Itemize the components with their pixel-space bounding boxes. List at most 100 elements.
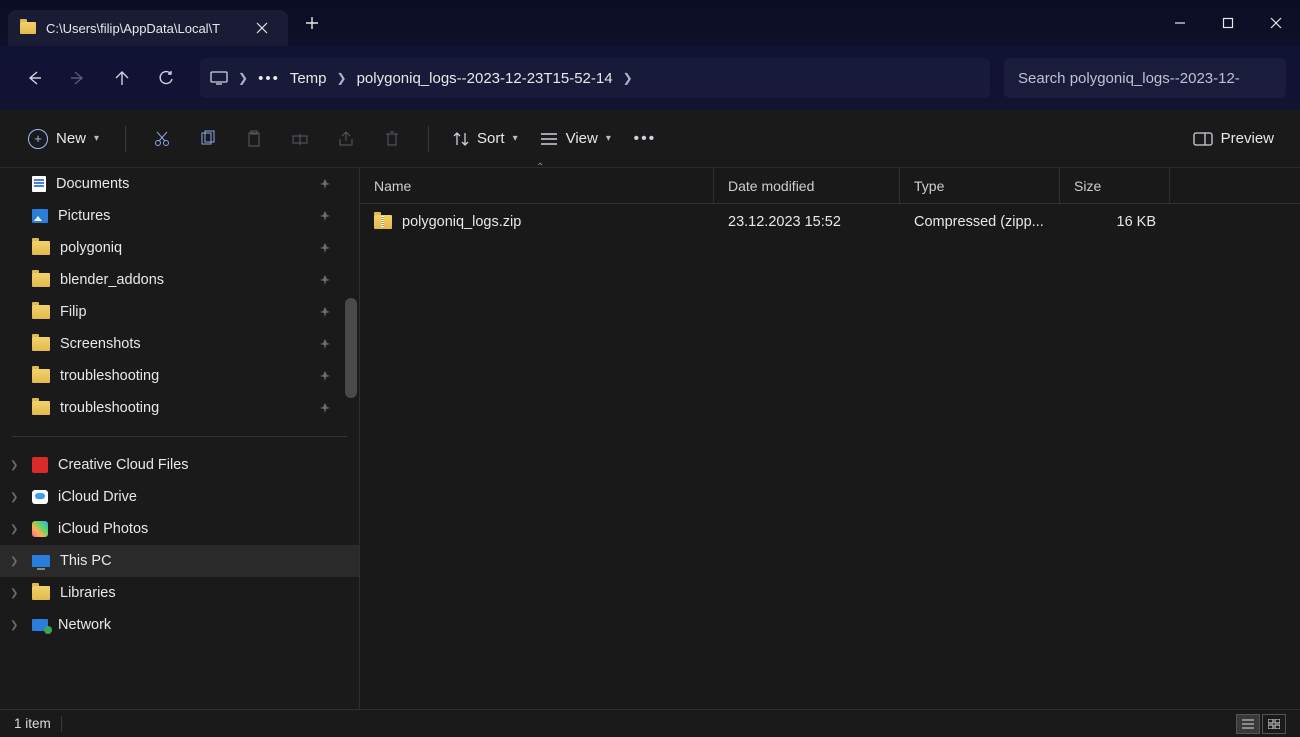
arrow-right-icon xyxy=(69,69,87,87)
sidebar-item-troubleshooting[interactable]: troubleshooting xyxy=(0,392,359,424)
sidebar-item-creative-cloud-files[interactable]: ❯ Creative Cloud Files xyxy=(0,449,359,481)
command-toolbar: + New ▾ Sort ▾ View ▾ ••• Preview xyxy=(0,110,1300,168)
pin-icon[interactable] xyxy=(319,274,331,286)
up-button[interactable] xyxy=(102,58,142,98)
sidebar-item-label: Creative Cloud Files xyxy=(58,457,189,473)
sidebar-item-documents[interactable]: Documents xyxy=(0,168,359,200)
sidebar-item-screenshots[interactable]: Screenshots xyxy=(0,328,359,360)
paste-button[interactable] xyxy=(234,119,274,159)
refresh-button[interactable] xyxy=(146,58,186,98)
new-button[interactable]: + New ▾ xyxy=(18,123,109,155)
chevron-right-icon[interactable]: ❯ xyxy=(10,460,18,471)
list-icon xyxy=(1242,719,1254,729)
sidebar-item-label: polygoniq xyxy=(60,240,122,256)
sidebar-divider xyxy=(12,436,347,437)
file-name: polygoniq_logs.zip xyxy=(402,214,521,230)
view-icon xyxy=(540,132,558,146)
sidebar-item-blender_addons[interactable]: blender_addons xyxy=(0,264,359,296)
chevron-up-icon[interactable]: ⌃ xyxy=(536,162,544,173)
thumbnails-view-button[interactable] xyxy=(1262,714,1286,734)
sidebar-scrollbar[interactable] xyxy=(345,298,357,398)
sidebar-item-label: Filip xyxy=(60,304,87,320)
address-bar[interactable]: ❯ ••• Temp ❯ polygoniq_logs--2023-12-23T… xyxy=(200,58,990,98)
pin-icon[interactable] xyxy=(319,178,331,190)
forward-button[interactable] xyxy=(58,58,98,98)
chevron-right-icon[interactable]: ❯ xyxy=(238,71,248,85)
tab-title: C:\Users\filip\AppData\Local\T xyxy=(46,21,238,36)
chevron-right-icon[interactable]: ❯ xyxy=(10,588,18,599)
column-type[interactable]: Type xyxy=(900,168,1060,203)
new-tab-button[interactable] xyxy=(296,7,328,39)
doc-icon xyxy=(32,176,46,192)
share-button[interactable] xyxy=(326,119,366,159)
cut-button[interactable] xyxy=(142,119,182,159)
status-bar: 1 item xyxy=(0,709,1300,737)
tab-close-button[interactable] xyxy=(248,14,276,42)
view-mode-switcher xyxy=(1236,714,1286,734)
breadcrumb-segment[interactable]: Temp xyxy=(290,70,327,87)
back-button[interactable] xyxy=(14,58,54,98)
sidebar-item-polygoniq[interactable]: polygoniq xyxy=(0,232,359,264)
chevron-right-icon[interactable]: ❯ xyxy=(10,556,18,567)
preview-button[interactable]: Preview xyxy=(1185,124,1282,153)
window-tab[interactable]: C:\Users\filip\AppData\Local\T xyxy=(8,10,288,46)
sidebar-item-label: troubleshooting xyxy=(60,368,159,384)
folder-icon xyxy=(32,241,50,255)
pin-icon[interactable] xyxy=(319,210,331,222)
preview-label: Preview xyxy=(1221,130,1274,147)
column-size[interactable]: Size xyxy=(1060,168,1170,203)
sidebar-item-icloud-drive[interactable]: ❯iCloud Drive xyxy=(0,481,359,513)
rename-button[interactable] xyxy=(280,119,320,159)
view-label: View xyxy=(566,130,598,147)
column-date[interactable]: Date modified xyxy=(714,168,900,203)
chevron-right-icon[interactable]: ❯ xyxy=(10,492,18,503)
column-name[interactable]: Name xyxy=(360,168,714,203)
delete-button[interactable] xyxy=(372,119,412,159)
chevron-right-icon[interactable]: ❯ xyxy=(10,524,18,535)
sort-label: Sort xyxy=(477,130,505,147)
file-row[interactable]: polygoniq_logs.zip 23.12.2023 15:52 Comp… xyxy=(360,204,1300,240)
chevron-down-icon: ▾ xyxy=(94,133,99,144)
chevron-right-icon[interactable]: ❯ xyxy=(10,620,18,631)
sidebar-item-label: Pictures xyxy=(58,208,110,224)
sidebar-item-troubleshooting[interactable]: troubleshooting xyxy=(0,360,359,392)
sidebar-item-this-pc[interactable]: ❯ This PC xyxy=(0,545,359,577)
sidebar-item-label: This PC xyxy=(60,553,112,569)
maximize-button[interactable] xyxy=(1204,0,1252,46)
sort-button[interactable]: Sort ▾ xyxy=(445,124,526,153)
file-size: 16 KB xyxy=(1060,214,1170,230)
chevron-right-icon[interactable]: ❯ xyxy=(623,71,633,85)
pin-icon[interactable] xyxy=(319,306,331,318)
file-date: 23.12.2023 15:52 xyxy=(714,214,900,230)
search-input[interactable]: Search polygoniq_logs--2023-12- xyxy=(1004,58,1286,98)
chevron-right-icon[interactable]: ❯ xyxy=(337,71,347,85)
breadcrumb-segment[interactable]: polygoniq_logs--2023-12-23T15-52-14 xyxy=(357,70,613,87)
pc-icon xyxy=(32,555,50,567)
sidebar-item-network[interactable]: ❯Network xyxy=(0,609,359,641)
pin-icon[interactable] xyxy=(319,242,331,254)
column-headers: Name Date modified Type Size xyxy=(360,168,1300,204)
sidebar-item-label: blender_addons xyxy=(60,272,164,288)
pin-icon[interactable] xyxy=(319,402,331,414)
sidebar-item-icloud-photos[interactable]: ❯iCloud Photos xyxy=(0,513,359,545)
sidebar-item-pictures[interactable]: Pictures xyxy=(0,200,359,232)
close-icon xyxy=(1270,17,1282,29)
minimize-button[interactable] xyxy=(1156,0,1204,46)
copy-button[interactable] xyxy=(188,119,228,159)
view-button[interactable]: View ▾ xyxy=(532,124,619,153)
separator xyxy=(125,126,126,152)
more-button[interactable]: ••• xyxy=(625,119,665,159)
breadcrumb-overflow[interactable]: ••• xyxy=(258,70,280,87)
scissors-icon xyxy=(153,130,171,148)
folder-icon xyxy=(32,369,50,383)
pin-icon[interactable] xyxy=(319,338,331,350)
close-icon xyxy=(256,22,268,34)
sidebar-item-libraries[interactable]: ❯Libraries xyxy=(0,577,359,609)
sidebar-item-filip[interactable]: Filip xyxy=(0,296,359,328)
pin-icon[interactable] xyxy=(319,370,331,382)
separator xyxy=(61,716,62,732)
pic-icon xyxy=(32,209,48,223)
details-view-button[interactable] xyxy=(1236,714,1260,734)
cc-icon xyxy=(32,457,48,473)
close-window-button[interactable] xyxy=(1252,0,1300,46)
